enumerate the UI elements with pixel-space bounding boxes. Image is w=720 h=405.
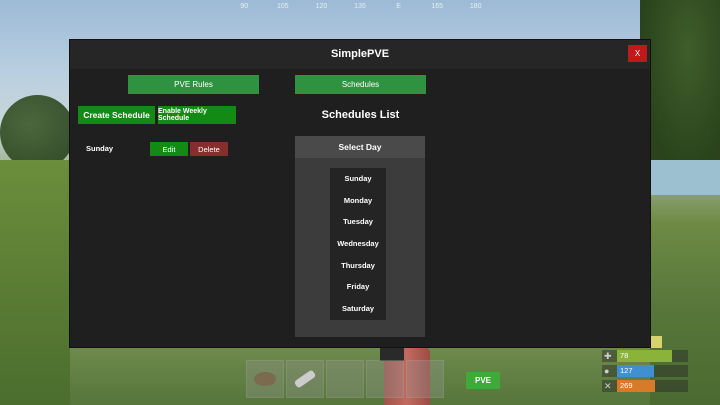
- water-drop-icon: ●: [604, 366, 610, 376]
- status-indicator: [650, 336, 662, 348]
- background-tree: [0, 95, 75, 170]
- day-option-saturday[interactable]: Saturday: [330, 298, 386, 320]
- window-title: SimplePVE: [330, 48, 390, 60]
- compass-tick: 105: [277, 3, 289, 10]
- tool-icon: [293, 369, 317, 389]
- compass-tick: 120: [315, 3, 328, 10]
- select-day-panel: Select Day Sunday Monday Tuesday Wednesd…: [295, 136, 425, 337]
- hydration-bar: 127: [617, 365, 654, 377]
- player-sleeve: [380, 347, 404, 361]
- compass-tick: 165: [431, 3, 444, 10]
- tab-schedules[interactable]: Schedules: [295, 75, 426, 94]
- hydration-stat: ● 127: [602, 365, 688, 377]
- pve-status-badge: PVE: [466, 372, 500, 389]
- hotbar-slot[interactable]: [366, 360, 404, 398]
- day-option-thursday[interactable]: Thursday: [330, 255, 386, 277]
- close-button[interactable]: X: [628, 45, 647, 62]
- enable-weekly-schedule-button[interactable]: Enable Weekly Schedule: [158, 106, 236, 124]
- day-option-tuesday[interactable]: Tuesday: [330, 211, 386, 233]
- tab-pve-rules[interactable]: PVE Rules: [128, 75, 259, 94]
- health-bar: 78: [617, 350, 673, 362]
- food-icon: ✕: [604, 381, 612, 391]
- health-icon: ✚: [604, 351, 612, 361]
- simplepve-window: SimplePVE X PVE Rules Schedules Create S…: [70, 40, 650, 347]
- player-stats: ✚ 78 ● 127 ✕ 269: [602, 350, 688, 395]
- hotbar-slot[interactable]: [246, 360, 284, 398]
- compass-tick: 135: [354, 3, 366, 10]
- bowl-icon: [254, 372, 276, 386]
- edit-schedule-button[interactable]: Edit: [150, 142, 188, 156]
- create-schedule-button[interactable]: Create Schedule: [78, 106, 155, 124]
- select-day-title: Select Day: [295, 136, 425, 158]
- background-tree-right: [640, 0, 720, 170]
- day-option-sunday[interactable]: Sunday: [330, 168, 386, 190]
- food-stat: ✕ 269: [602, 380, 688, 392]
- hotbar-slot[interactable]: [286, 360, 324, 398]
- health-stat: ✚ 78: [602, 350, 688, 362]
- background-water: [650, 160, 720, 195]
- compass-tick: 90: [240, 3, 249, 10]
- day-list: Sunday Monday Tuesday Wednesday Thursday…: [330, 168, 386, 320]
- delete-schedule-button[interactable]: Delete: [190, 142, 228, 156]
- compass-bar: 90 105 120 135 E 165 180: [225, 0, 495, 16]
- hotbar-slot[interactable]: [326, 360, 364, 398]
- compass-tick: 180: [469, 3, 482, 10]
- schedules-list-title: Schedules List: [321, 109, 400, 121]
- food-bar: 269: [617, 380, 656, 392]
- hotbar-slot[interactable]: [406, 360, 444, 398]
- background-grass: [0, 160, 70, 405]
- day-option-monday[interactable]: Monday: [330, 190, 386, 212]
- hotbar: [246, 360, 444, 398]
- day-option-wednesday[interactable]: Wednesday: [330, 233, 386, 255]
- day-option-friday[interactable]: Friday: [330, 276, 386, 298]
- schedule-day-label: Sunday: [86, 144, 114, 153]
- compass-tick: E: [396, 3, 401, 10]
